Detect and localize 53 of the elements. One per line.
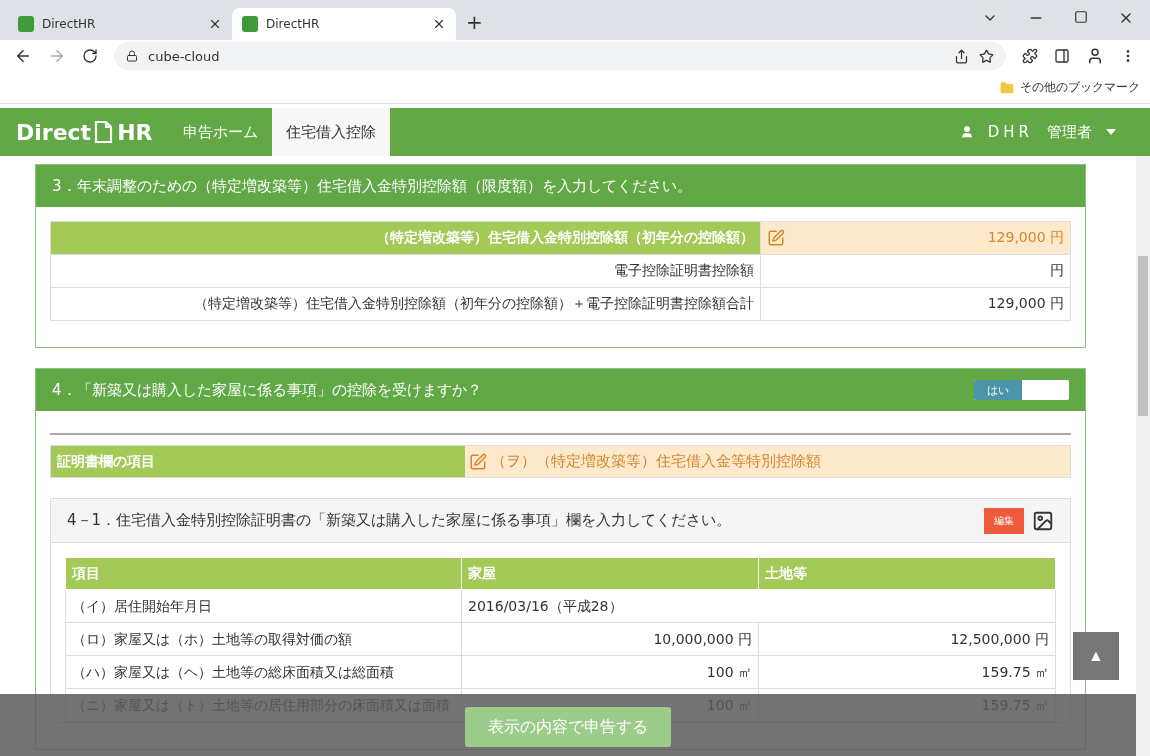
table-cell: （イ）居住開始年月日	[65, 589, 462, 623]
table-cell: 電子控除証明書控除額	[50, 254, 761, 288]
table-cell: 10,000,000 円	[461, 622, 759, 656]
puzzle-icon[interactable]	[1022, 48, 1038, 64]
user-icon	[959, 125, 974, 139]
value-cell[interactable]: 129,000 円	[760, 221, 1071, 255]
scrollbar-thumb[interactable]	[1138, 256, 1148, 416]
table-cell: 100 ㎡	[461, 655, 759, 689]
user-name: DHR	[987, 123, 1033, 141]
maximize-icon[interactable]	[1074, 10, 1088, 24]
close-icon[interactable]	[208, 17, 222, 31]
image-icon[interactable]	[1032, 509, 1054, 532]
column-header: 土地等	[758, 557, 1056, 590]
caret-icon[interactable]	[1106, 129, 1116, 135]
value-cell: 円	[760, 254, 1071, 288]
address-field[interactable]: cube-cloud	[114, 42, 1006, 70]
favicon-icon	[242, 16, 258, 32]
browser-tab[interactable]: DirectHR	[232, 8, 456, 40]
scroll-top-button[interactable]: ▲	[1073, 632, 1119, 680]
logo-text: HR	[117, 119, 153, 145]
value-cell: 129,000 円	[760, 287, 1071, 321]
subsection-title: 4－1．住宅借入金特別控除証明書の「新築又は購入した家屋に係る事項」欄を入力してください。	[67, 511, 732, 530]
logo-text: Direct	[16, 119, 92, 145]
new-tab-button[interactable]: +	[456, 10, 493, 40]
nav-tab[interactable]: 住宅借入控除	[271, 108, 390, 156]
lock-icon	[126, 50, 138, 62]
table-cell: （特定増改築等）住宅借入金特別控除額（初年分の控除額）	[50, 221, 761, 255]
column-header: 項目	[65, 557, 462, 590]
reload-icon[interactable]	[82, 48, 98, 64]
browser-tab[interactable]: DirectHR	[8, 8, 232, 40]
table-cell: 12,500,000 円	[758, 622, 1056, 656]
toggle-switch[interactable]: はい	[974, 380, 1069, 400]
table-cell: 証明書欄の項目	[51, 446, 465, 477]
table-cell: 159.75 ㎡	[758, 655, 1056, 689]
column-header: 家屋	[461, 557, 759, 590]
table-cell: （ハ）家屋又は（ヘ）土地等の総床面積又は総面積	[65, 655, 462, 689]
edit-button[interactable]: 編集	[984, 507, 1024, 534]
favicon-icon	[18, 16, 34, 32]
section-title: 3．年末調整のための（特定増改築等）住宅借入金特別控除額（限度額）を入力してください。	[52, 176, 692, 196]
table-cell: （ロ）家屋又は（ホ）土地等の取得対価の額	[65, 622, 462, 656]
nav-tab[interactable]: 申告ホーム	[168, 108, 272, 156]
section-title: 4．「新築又は購入した家屋に係る事項」の控除を受けますか？	[52, 380, 482, 400]
profile-icon[interactable]	[1086, 47, 1104, 65]
role-menu[interactable]: 管理者	[1047, 122, 1092, 142]
folder-icon	[1000, 80, 1014, 95]
back-icon[interactable]	[14, 47, 32, 65]
value-cell[interactable]: （ヲ）（特定増改築等）住宅借入金等特別控除額	[465, 446, 1070, 477]
table-cell: （特定増改築等）住宅借入金特別控除額（初年分の控除額）＋電子控除証明書控除額合計	[50, 287, 761, 321]
star-icon[interactable]	[979, 48, 994, 64]
bookmark-link[interactable]: その他のブックマーク	[1020, 79, 1140, 96]
close-icon[interactable]	[432, 17, 446, 31]
side-panel-icon[interactable]	[1054, 48, 1070, 64]
share-icon[interactable]	[954, 48, 969, 64]
